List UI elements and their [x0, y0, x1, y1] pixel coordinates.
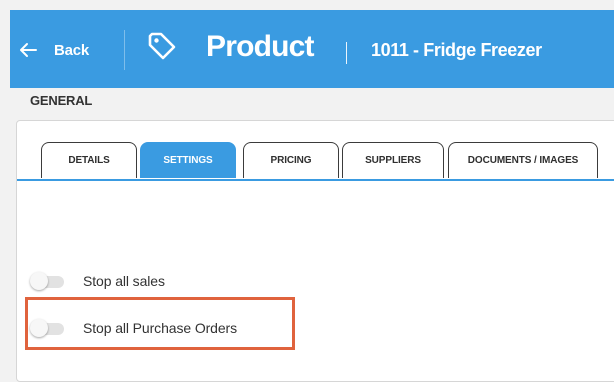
- toggle-row-stop-all-sales: Stop all sales: [30, 269, 165, 293]
- tab-suppliers[interactable]: SUPPLIERS: [342, 142, 444, 178]
- stop-all-sales-label: Stop all sales: [83, 273, 165, 289]
- tab-bar: DETAILS SETTINGS PRICING SUPPLIERS DOCUM…: [17, 121, 614, 181]
- stop-all-purchase-orders-label: Stop all Purchase Orders: [83, 320, 238, 336]
- header-divider: [124, 30, 125, 70]
- tab-documents-images[interactable]: DOCUMENTS / IMAGES: [448, 142, 598, 178]
- tab-details[interactable]: DETAILS: [41, 142, 137, 178]
- title-separator: [346, 42, 347, 64]
- app-header: Back Product 1011 - Fridge Freezer: [10, 10, 614, 88]
- back-label: Back: [54, 41, 90, 59]
- sub-toolbar: [10, 88, 614, 120]
- record-name: 1011 - Fridge Freezer: [371, 40, 542, 60]
- back-button[interactable]: Back: [18, 38, 89, 62]
- section-heading-general: GENERAL: [30, 93, 93, 108]
- toggle-knob: [30, 319, 48, 337]
- arrow-left-icon: [20, 43, 37, 57]
- page-title: Product: [206, 30, 315, 63]
- tag-icon: [148, 32, 176, 60]
- tab-settings[interactable]: SETTINGS: [140, 142, 236, 178]
- stop-all-sales-toggle[interactable]: [30, 272, 66, 290]
- stop-all-purchase-orders-toggle[interactable]: [30, 319, 66, 337]
- tab-pricing[interactable]: PRICING: [243, 142, 339, 178]
- toggle-knob: [30, 272, 48, 290]
- toggle-row-stop-all-purchase-orders: Stop all Purchase Orders: [30, 316, 237, 340]
- product-settings-card: DETAILS SETTINGS PRICING SUPPLIERS DOCUM…: [16, 120, 614, 382]
